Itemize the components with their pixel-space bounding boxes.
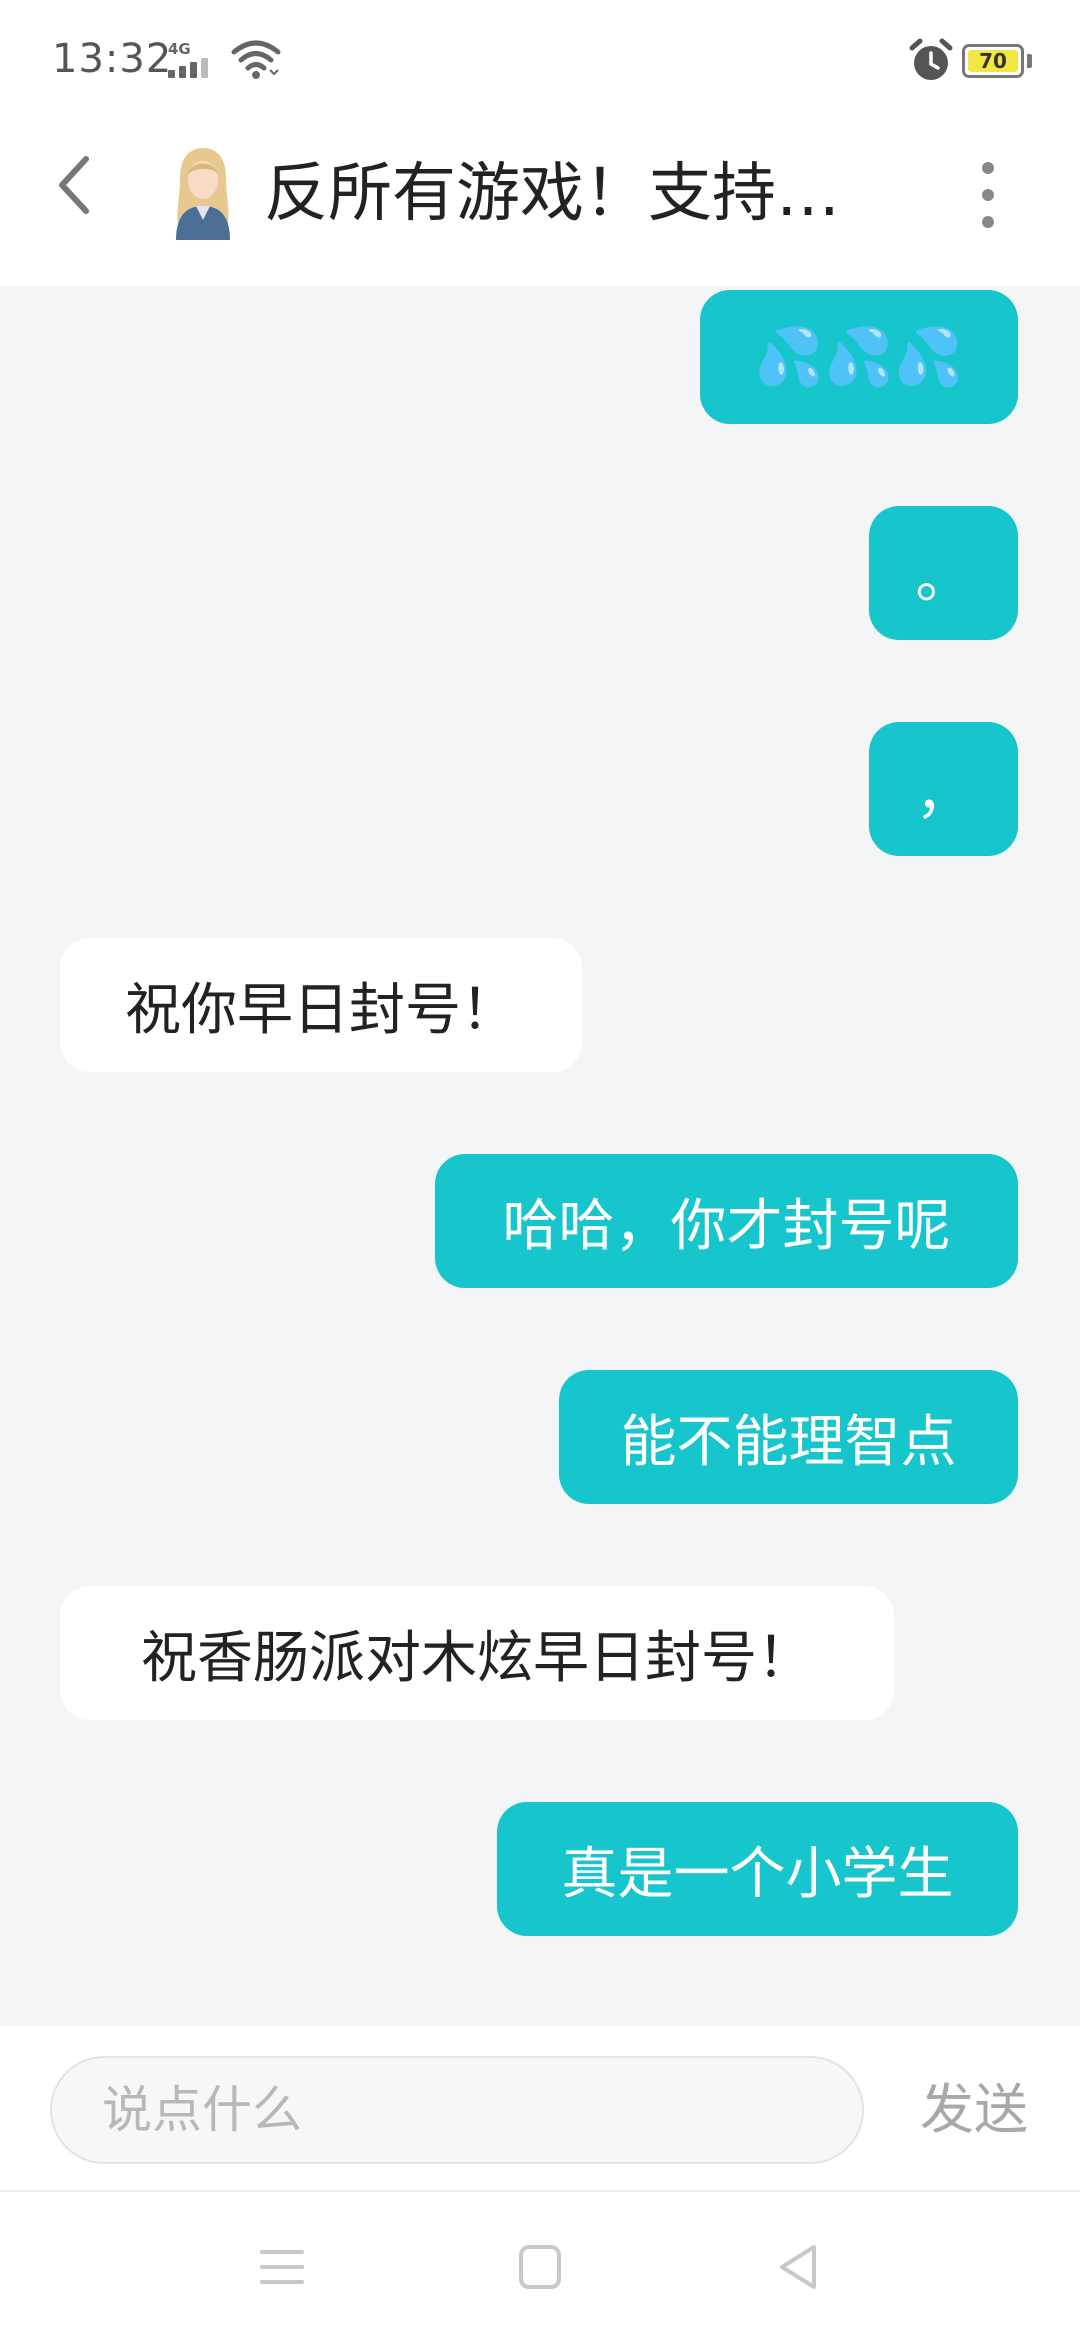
- battery-cap: [1027, 54, 1032, 68]
- back-triangle-icon[interactable]: [768, 2242, 828, 2292]
- message-bubble-received[interactable]: 祝你早日封号！: [60, 938, 582, 1072]
- battery-level: 70: [968, 49, 1018, 73]
- signal-icon: [168, 58, 220, 78]
- message-bubble-sent[interactable]: 💦💦💦: [700, 290, 1018, 424]
- chat-title: 反所有游戏！支持…: [264, 157, 840, 231]
- chat-area[interactable]: 💦💦💦 。 ， 祝你早日封号！ 哈哈，你才封号呢 能不能理智点 祝香肠派对木炫早…: [0, 286, 1080, 2026]
- back-arrow-icon: [59, 156, 89, 214]
- avatar[interactable]: [166, 144, 240, 240]
- message-bubble-sent[interactable]: 真是一个小学生: [497, 1802, 1018, 1936]
- navigation-bar: [0, 2192, 1080, 2340]
- status-bar: 13:32 4G 70: [0, 0, 1080, 120]
- message-input[interactable]: 说点什么: [50, 2056, 864, 2164]
- more-dot: [982, 162, 994, 174]
- more-button[interactable]: [968, 158, 1008, 232]
- message-bubble-sent[interactable]: 能不能理智点: [559, 1370, 1018, 1504]
- send-button[interactable]: 发送: [920, 2070, 1028, 2150]
- home-square-icon[interactable]: [510, 2242, 570, 2292]
- wifi-icon: [231, 40, 281, 79]
- message-bubble-sent[interactable]: 哈哈，你才封号呢: [435, 1154, 1018, 1288]
- alarm-icon: [909, 38, 953, 80]
- message-bubble-received[interactable]: 祝香肠派对木炫早日封号！: [60, 1586, 894, 1720]
- message-bubble-sent[interactable]: 。: [869, 506, 1018, 640]
- input-bar: 说点什么 发送: [0, 2026, 1080, 2192]
- more-dot: [982, 216, 994, 228]
- chat-header: 反所有游戏！支持…: [0, 120, 1080, 286]
- more-dot: [982, 189, 994, 201]
- message-bubble-sent[interactable]: ，: [869, 722, 1018, 856]
- back-button[interactable]: [44, 150, 104, 220]
- menu-icon[interactable]: [252, 2242, 312, 2292]
- battery-icon: 70: [962, 44, 1024, 78]
- status-time: 13:32: [52, 36, 173, 82]
- network-type: 4G: [168, 40, 191, 58]
